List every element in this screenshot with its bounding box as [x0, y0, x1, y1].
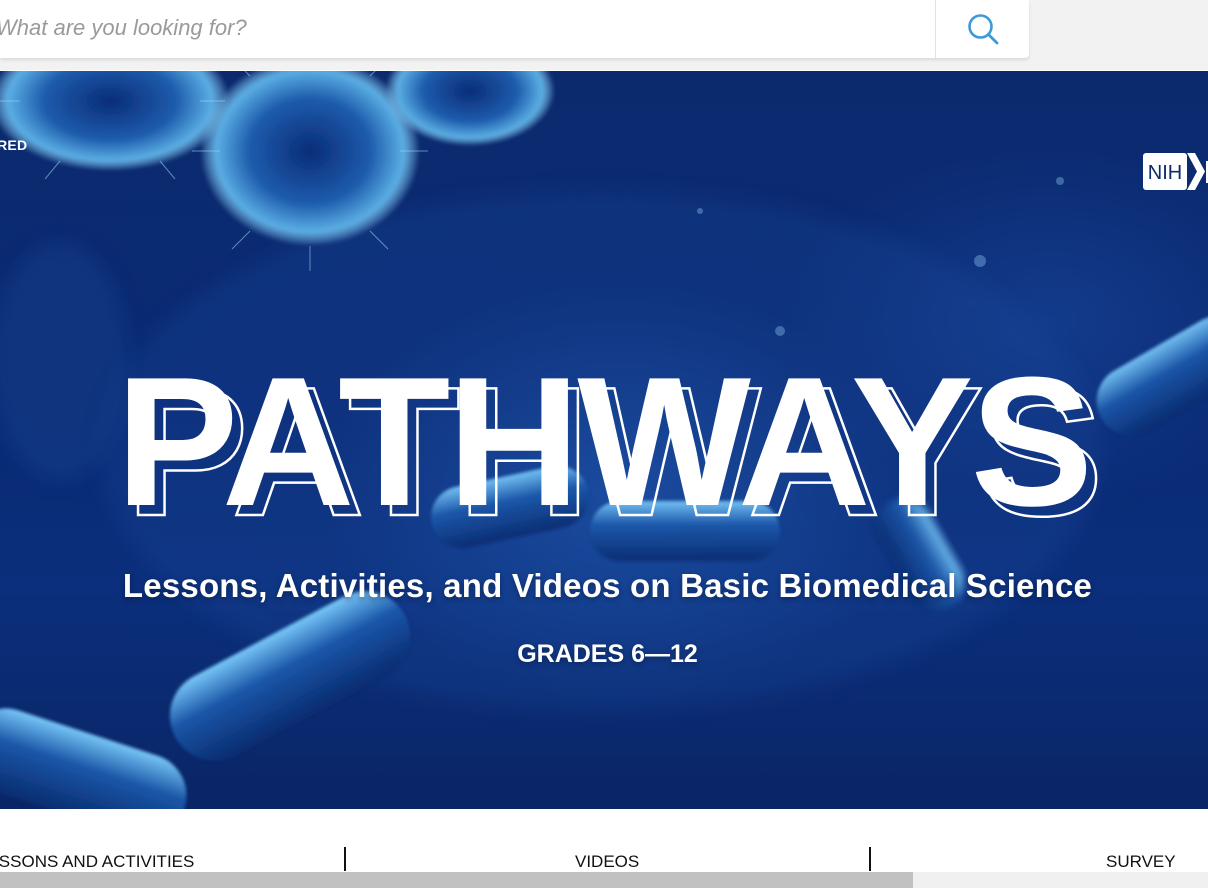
pathways-title-art: PATHWAYS PATHWAYS	[116, 338, 1105, 555]
scrollbar-thumb[interactable]	[0, 872, 913, 888]
hero-title-text: PATHWAYS	[116, 351, 1091, 541]
search-box	[0, 0, 1029, 58]
horizontal-scrollbar[interactable]	[0, 872, 1208, 888]
hero-subtitle: Lessons, Activities, and Videos on Basic…	[122, 567, 1093, 604]
nav-videos[interactable]: VIDEOS	[575, 852, 639, 872]
sponsor-text: ORED	[0, 137, 28, 153]
hero-grades: GRADES 6—12	[517, 640, 698, 668]
search-button[interactable]	[936, 0, 1029, 58]
nav-survey[interactable]: SURVEY	[1106, 852, 1176, 872]
search-icon	[967, 14, 998, 45]
nav-lessons-and-activities[interactable]: LESSONS AND ACTIVITIES	[0, 852, 194, 872]
hero-title: PATHWAYS PATHWAYS	[0, 338, 1208, 555]
nav-divider	[869, 847, 871, 871]
page: ORED NIH PATHWAYS PATHWAYS Lessons, Acti…	[0, 0, 1208, 888]
nih-logo: NIH	[1143, 153, 1208, 190]
header-bar	[0, 0, 1208, 70]
nav-divider	[344, 847, 346, 871]
nih-logo-text: NIH	[1148, 162, 1182, 184]
hero-banner: ORED NIH PATHWAYS PATHWAYS Lessons, Acti…	[0, 71, 1208, 809]
search-input[interactable]	[0, 0, 916, 56]
